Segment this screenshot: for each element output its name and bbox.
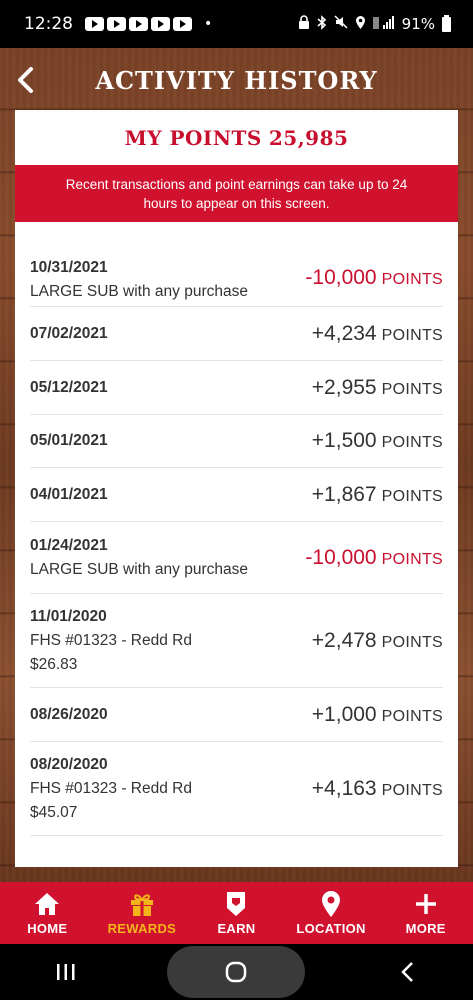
transaction-date: 11/01/2020 (30, 607, 107, 625)
bluetooth-icon (317, 14, 327, 34)
transaction-unit: POINTS (381, 326, 443, 344)
chevron-left-icon (18, 67, 33, 93)
transaction-row: 01/24/2021 LARGE SUB with any purchase -… (30, 522, 443, 594)
transaction-description: FHS #01323 - Redd Rd (30, 631, 192, 649)
nav-home[interactable]: HOME (0, 882, 95, 944)
more-notifications-icon: • (204, 16, 213, 32)
home-circle-icon (226, 961, 247, 983)
transaction-unit: POINTS (381, 380, 443, 398)
transaction-description: FHS #01323 - Redd Rd (30, 779, 192, 797)
transaction-unit: POINTS (381, 434, 443, 451)
back-button[interactable] (10, 62, 40, 98)
nav-home-label: HOME (27, 921, 68, 936)
youtube-icon (107, 17, 126, 31)
transaction-row: 08/26/2020 +1,000 POINTS (30, 688, 443, 742)
youtube-icon (85, 17, 104, 31)
status-bar: 12:28 • 91% (0, 0, 473, 48)
transaction-price: $45.07 (30, 803, 78, 821)
recent-apps-button[interactable] (36, 952, 96, 992)
battery-icon (442, 14, 451, 32)
transaction-row: 10/31/2021 LARGE SUB with any purchase -… (30, 252, 443, 307)
battery-percent: 91% (401, 15, 435, 33)
youtube-icon (173, 17, 192, 31)
location-pin-icon (322, 891, 341, 917)
transaction-date: 05/01/2021 (30, 432, 108, 449)
transaction-date: 01/24/2021 (30, 536, 108, 554)
transaction-list: 10/31/2021 LARGE SUB with any purchase -… (15, 252, 458, 836)
points-label: MY POINTS (124, 125, 262, 150)
transaction-amount: +1,867 (311, 482, 377, 506)
transaction-description: LARGE SUB with any purchase (30, 283, 248, 300)
youtube-icon (129, 17, 148, 31)
transaction-amount: +2,955 (311, 375, 377, 399)
signal-icon (372, 15, 395, 33)
transaction-row: 05/12/2021 +2,955 POINTS (30, 361, 443, 415)
transaction-row: 05/01/2021 +1,500 POINTS (30, 415, 443, 468)
transaction-amount: +1,000 (311, 702, 377, 726)
transaction-date: 10/31/2021 (30, 259, 108, 276)
nav-earn[interactable]: EARN (189, 882, 284, 944)
status-time: 12:28 (24, 14, 73, 34)
transaction-amount: -10,000 (305, 545, 377, 569)
transaction-amount: +2,478 (311, 628, 377, 652)
plus-icon (415, 894, 436, 914)
transaction-date: 07/02/2021 (30, 324, 108, 342)
transaction-unit: POINTS (381, 707, 443, 725)
nav-rewards[interactable]: REWARDS (95, 882, 190, 944)
transaction-amount: +4,234 (311, 321, 377, 345)
transaction-row: 07/02/2021 +4,234 POINTS (30, 307, 443, 361)
shield-badge-icon (227, 892, 246, 916)
nav-rewards-label: REWARDS (107, 921, 177, 936)
home-button[interactable] (167, 946, 306, 998)
page-title: ACTIVITY HISTORY (95, 65, 378, 95)
transaction-amount: +1,500 (311, 429, 377, 452)
transaction-price: $26.83 (30, 655, 78, 673)
transaction-unit: POINTS (381, 271, 443, 288)
system-navigation-bar (0, 944, 473, 1000)
transaction-row: 04/01/2021 +1,867 POINTS (30, 468, 443, 522)
notification-icons (85, 17, 192, 31)
transaction-unit: POINTS (381, 487, 443, 505)
transaction-unit: POINTS (381, 550, 443, 568)
transaction-description: LARGE SUB with any purchase (30, 560, 248, 578)
transaction-unit: POINTS (381, 633, 443, 651)
back-chevron-icon (401, 962, 414, 982)
gift-icon (130, 894, 153, 916)
youtube-icon (151, 17, 170, 31)
nav-location[interactable]: LOCATION (284, 882, 379, 944)
transaction-amount: +4,163 (311, 776, 377, 800)
transaction-date: 08/26/2020 (30, 705, 108, 723)
points-value: 25,985 (268, 125, 349, 150)
transaction-row: 08/20/2020 FHS #01323 - Redd Rd $45.07 +… (30, 742, 443, 836)
activity-card: MY POINTS 25,985 Recent transactions and… (15, 110, 458, 867)
transaction-amount: -10,000 (305, 266, 377, 289)
nav-location-label: LOCATION (296, 921, 366, 936)
transaction-row: 11/01/2020 FHS #01323 - Redd Rd $26.83 +… (30, 594, 443, 688)
bottom-navigation: HOME REWARDS EARN LOCATION MORE (0, 882, 473, 944)
nav-earn-label: EARN (217, 921, 256, 936)
home-icon (35, 893, 60, 915)
nav-more-label: MORE (405, 921, 446, 936)
system-back-button[interactable] (377, 952, 437, 992)
transaction-unit: POINTS (381, 781, 443, 799)
lock-icon (298, 15, 310, 33)
transaction-date: 05/12/2021 (30, 378, 108, 396)
nav-more[interactable]: MORE (378, 882, 473, 944)
recent-apps-icon (56, 964, 75, 980)
points-summary: MY POINTS 25,985 (15, 110, 458, 165)
transaction-date: 08/20/2020 (30, 755, 108, 773)
mute-icon (334, 15, 348, 33)
transaction-date: 04/01/2021 (30, 485, 108, 503)
notice-banner: Recent transactions and point earnings c… (15, 165, 458, 222)
location-status-icon (355, 15, 366, 34)
app-header: ACTIVITY HISTORY (0, 56, 473, 104)
